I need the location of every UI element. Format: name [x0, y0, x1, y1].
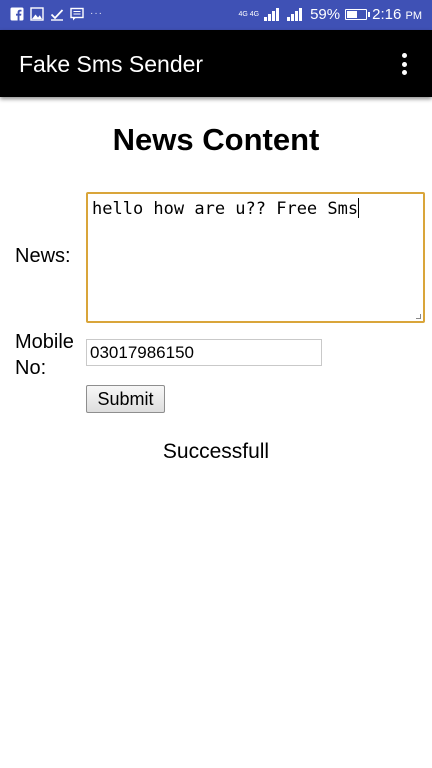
resize-handle[interactable]: [416, 314, 421, 319]
news-label: News:: [15, 245, 71, 267]
page-title: News Content: [112, 122, 320, 157]
notification-icons: ···: [10, 7, 103, 21]
result-message: Successfull: [162, 440, 270, 463]
mobile-number-value: 03017986150: [90, 343, 195, 362]
facebook-icon: [10, 7, 24, 21]
app-bar: Fake Sms Sender: [0, 30, 432, 97]
overflow-menu-icon[interactable]: [392, 50, 416, 78]
text-cursor: [358, 198, 360, 218]
battery-percent: 59%: [310, 6, 341, 23]
system-status: 4G 4G 59% 2:16 PM: [238, 6, 422, 23]
app-title: Fake Sms Sender: [19, 51, 204, 77]
submit-button[interactable]: Submit: [86, 385, 165, 413]
status-bar: ··· 4G 4G 59% 2:16 PM: [0, 0, 432, 30]
battery-icon: [345, 9, 371, 20]
menu-dot: [401, 61, 407, 67]
news-textarea[interactable]: hello how are u?? Free Sms: [86, 192, 425, 323]
mobile-label: Mobile No:: [15, 329, 74, 381]
message-icon: [70, 7, 84, 21]
signal-icon: [287, 8, 303, 21]
more-notifications-icon: ···: [90, 8, 103, 19]
menu-dot: [401, 70, 407, 75]
image-icon: [30, 7, 44, 21]
checkmark-icon: [50, 9, 64, 21]
menu-dot: [401, 53, 407, 58]
battery-level: [347, 11, 358, 18]
clock-time: 2:16: [372, 6, 402, 23]
news-text: hello how are u?? Free Sms: [92, 199, 359, 219]
clock: 2:16 PM: [372, 6, 422, 23]
clock-ampm: PM: [405, 10, 423, 22]
mobile-label-line1: Mobile: [15, 331, 74, 353]
signal-icon: [264, 8, 280, 21]
network-type: 4G 4G: [238, 11, 260, 18]
mobile-number-input[interactable]: 03017986150: [86, 339, 322, 366]
mobile-label-line2: No:: [15, 357, 47, 379]
